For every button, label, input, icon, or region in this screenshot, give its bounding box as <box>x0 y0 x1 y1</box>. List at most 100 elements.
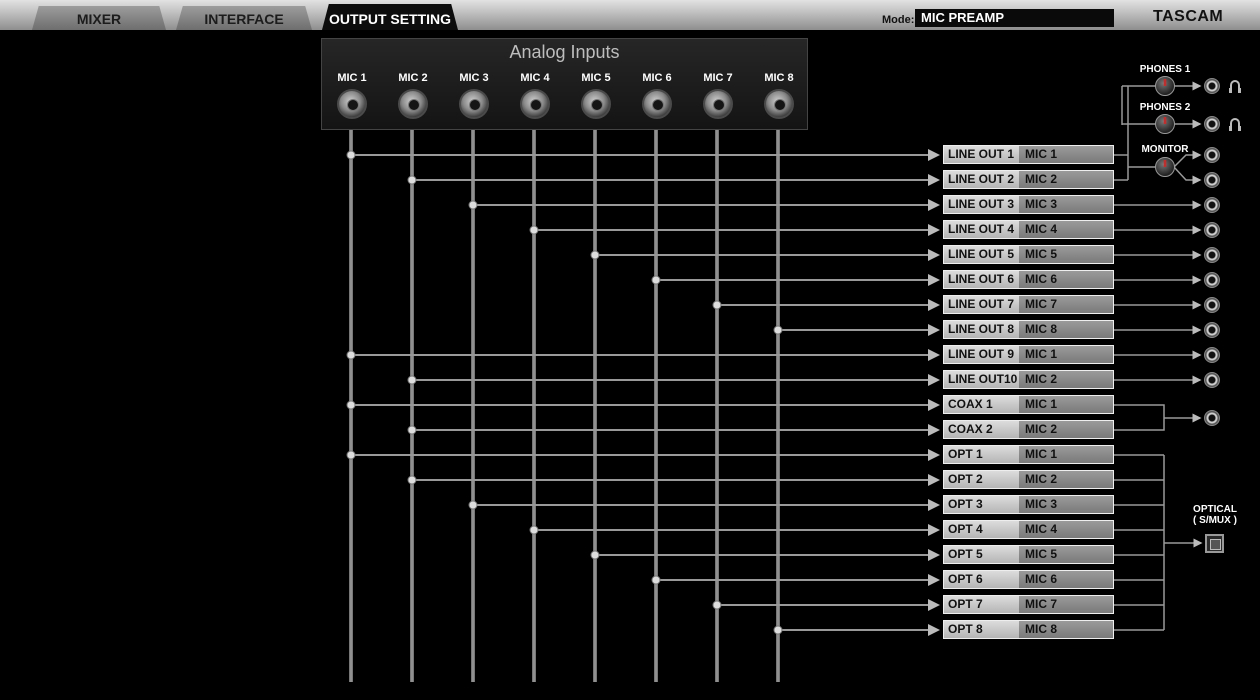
input-label-mic-6: MIC 6 <box>642 72 672 84</box>
line-out-jack <box>1204 197 1220 213</box>
output-source-select[interactable]: MIC 1 <box>1019 146 1113 163</box>
output-source-select[interactable]: MIC 5 <box>1019 546 1113 563</box>
line-out-jack <box>1204 297 1220 313</box>
optical-label: OPTICAL ( S/MUX ) <box>1180 504 1250 526</box>
output-route-row[interactable]: OPT 7 MIC 7 <box>943 595 1114 614</box>
input-label-mic-4: MIC 4 <box>520 72 550 84</box>
output-route-row[interactable]: OPT 4 MIC 4 <box>943 520 1114 539</box>
output-name: LINE OUT10 <box>948 372 1018 386</box>
output-source-select[interactable]: MIC 1 <box>1019 346 1113 363</box>
output-route-row[interactable]: OPT 1 MIC 1 <box>943 445 1114 464</box>
optical-label-line-2: ( S/MUX ) <box>1193 515 1237 526</box>
analog-inputs-panel: Analog Inputs MIC 1 MIC 2 MIC 3 MIC 4 MIC 5 M… <box>321 38 808 130</box>
output-name: COAX 1 <box>948 397 993 411</box>
output-name: OPT 3 <box>948 497 983 511</box>
output-name: LINE OUT 2 <box>948 172 1015 186</box>
output-source-select[interactable]: MIC 7 <box>1019 296 1113 313</box>
output-name: OPT 2 <box>948 472 983 486</box>
output-source-select[interactable]: MIC 2 <box>1019 471 1113 488</box>
optical-label-line-1: OPTICAL <box>1193 504 1237 515</box>
input-label-mic-5: MIC 5 <box>581 72 611 84</box>
xlr-input-icon <box>398 89 428 119</box>
input-label-mic-3: MIC 3 <box>459 72 489 84</box>
output-route-row[interactable]: OPT 6 MIC 6 <box>943 570 1114 589</box>
monitor-knob[interactable] <box>1155 157 1175 177</box>
output-route-row[interactable]: COAX 2 MIC 2 <box>943 420 1114 439</box>
output-route-row[interactable]: LINE OUT10 MIC 2 <box>943 370 1114 389</box>
xlr-input-icon <box>581 89 611 119</box>
optical-port-icon <box>1205 534 1224 553</box>
xlr-input-icon <box>520 89 550 119</box>
output-name: LINE OUT 7 <box>948 297 1015 311</box>
output-route-row[interactable]: LINE OUT 7 MIC 7 <box>943 295 1114 314</box>
line-out-jack <box>1204 247 1220 263</box>
output-route-row[interactable]: OPT 2 MIC 2 <box>943 470 1114 489</box>
output-route-row[interactable]: LINE OUT 6 MIC 6 <box>943 270 1114 289</box>
output-route-row[interactable]: LINE OUT 8 MIC 8 <box>943 320 1114 339</box>
line-out-jack <box>1204 272 1220 288</box>
output-source-select[interactable]: MIC 7 <box>1019 596 1113 613</box>
phones-2-jack <box>1204 116 1220 132</box>
coax-out-jack <box>1204 410 1220 426</box>
output-source-select[interactable]: MIC 6 <box>1019 271 1113 288</box>
output-source-select[interactable]: MIC 2 <box>1019 371 1113 388</box>
output-name: LINE OUT 6 <box>948 272 1015 286</box>
output-route-row[interactable]: COAX 1 MIC 1 <box>943 395 1114 414</box>
phones-1-jack <box>1204 78 1220 94</box>
output-source-select[interactable]: MIC 3 <box>1019 196 1113 213</box>
phones-1-label: PHONES 1 <box>1139 64 1191 75</box>
output-name: OPT 5 <box>948 547 983 561</box>
line-out-jack <box>1204 347 1220 363</box>
xlr-input-icon <box>764 89 794 119</box>
output-name: COAX 2 <box>948 422 993 436</box>
output-route-row[interactable]: LINE OUT 2 MIC 2 <box>943 170 1114 189</box>
output-name: LINE OUT 4 <box>948 222 1015 236</box>
output-source-select[interactable]: MIC 6 <box>1019 571 1113 588</box>
input-label-mic-8: MIC 8 <box>764 72 794 84</box>
output-route-row[interactable]: LINE OUT 1 MIC 1 <box>943 145 1114 164</box>
phones-2-label: PHONES 2 <box>1139 102 1191 113</box>
output-name: OPT 4 <box>948 522 983 536</box>
output-source-select[interactable]: MIC 5 <box>1019 246 1113 263</box>
xlr-input-icon <box>459 89 489 119</box>
output-name: OPT 6 <box>948 572 983 586</box>
output-route-row[interactable]: LINE OUT 4 MIC 4 <box>943 220 1114 239</box>
output-name: LINE OUT 1 <box>948 147 1015 161</box>
output-source-select[interactable]: MIC 4 <box>1019 521 1113 538</box>
output-source-select[interactable]: MIC 8 <box>1019 321 1113 338</box>
output-route-row[interactable]: LINE OUT 9 MIC 1 <box>943 345 1114 364</box>
output-source-select[interactable]: MIC 2 <box>1019 171 1113 188</box>
headphones-icon <box>1229 80 1241 93</box>
input-label-mic-1: MIC 1 <box>337 72 367 84</box>
output-name: OPT 7 <box>948 597 983 611</box>
xlr-input-icon <box>703 89 733 119</box>
phones-2-knob[interactable] <box>1155 114 1175 134</box>
xlr-input-icon <box>642 89 672 119</box>
output-name: LINE OUT 3 <box>948 197 1015 211</box>
xlr-input-icon <box>337 89 367 119</box>
line-out-jack <box>1204 147 1220 163</box>
output-route-row[interactable]: OPT 3 MIC 3 <box>943 495 1114 514</box>
output-name: LINE OUT 8 <box>948 322 1015 336</box>
output-source-select[interactable]: MIC 4 <box>1019 221 1113 238</box>
headphones-icon <box>1229 118 1241 131</box>
input-label-mic-7: MIC 7 <box>703 72 733 84</box>
output-source-select[interactable]: MIC 3 <box>1019 496 1113 513</box>
output-route-row[interactable]: LINE OUT 5 MIC 5 <box>943 245 1114 264</box>
output-source-select[interactable]: MIC 1 <box>1019 446 1113 463</box>
analog-inputs-title: Analog Inputs <box>509 42 620 62</box>
output-name: OPT 1 <box>948 447 983 461</box>
phones-1-knob[interactable] <box>1155 76 1175 96</box>
line-out-jack <box>1204 172 1220 188</box>
output-source-select[interactable]: MIC 8 <box>1019 621 1113 638</box>
line-out-jack <box>1204 372 1220 388</box>
monitor-label: MONITOR <box>1141 144 1189 155</box>
output-route-row[interactable]: OPT 8 MIC 8 <box>943 620 1114 639</box>
output-source-select[interactable]: MIC 1 <box>1019 396 1113 413</box>
line-out-jack <box>1204 322 1220 338</box>
input-label-mic-2: MIC 2 <box>398 72 428 84</box>
output-route-row[interactable]: OPT 5 MIC 5 <box>943 545 1114 564</box>
output-source-select[interactable]: MIC 2 <box>1019 421 1113 438</box>
output-route-row[interactable]: LINE OUT 3 MIC 3 <box>943 195 1114 214</box>
output-name: OPT 8 <box>948 622 983 636</box>
